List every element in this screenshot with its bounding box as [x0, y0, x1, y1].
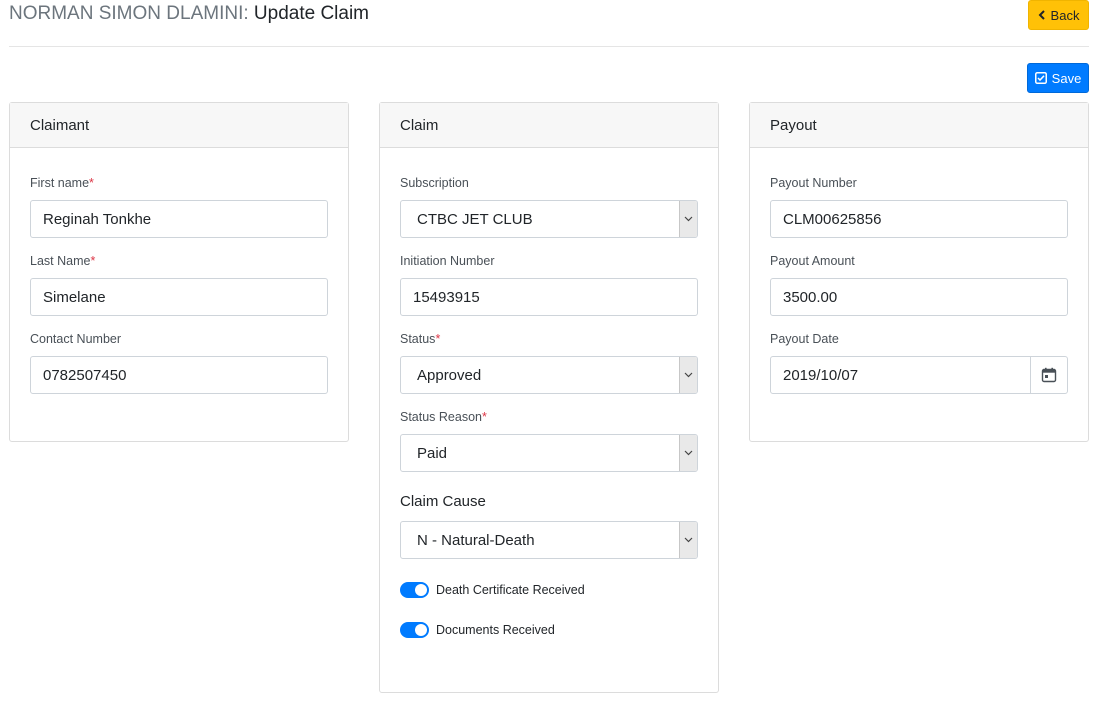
chevron-down-icon: [679, 435, 697, 471]
death-certificate-toggle[interactable]: [400, 582, 429, 598]
payout-date-input[interactable]: 2019/10/07: [770, 356, 1068, 394]
subscription-value: CTBC JET CLUB: [417, 210, 533, 228]
chevron-down-icon: [679, 522, 697, 558]
payout-card: Payout Payout Number CLM00625856 Payout …: [749, 102, 1089, 442]
last-name-label: Last Name*: [30, 254, 96, 268]
claimant-card: Claimant First name* Reginah Tonkhe Last…: [9, 102, 349, 442]
claim-card: Claim Subscription CTBC JET CLUB Initiat…: [379, 102, 719, 693]
initiation-number-label: Initiation Number: [400, 254, 495, 268]
first-name-input[interactable]: Reginah Tonkhe: [30, 200, 328, 238]
subscription-select[interactable]: CTBC JET CLUB: [400, 200, 698, 238]
status-reason-select[interactable]: Paid: [400, 434, 698, 472]
claim-cause-value: N - Natural-Death: [417, 531, 535, 549]
status-label: Status*: [400, 332, 441, 346]
claim-cause-label: Claim Cause: [400, 493, 486, 510]
payout-number-input[interactable]: CLM00625856: [770, 200, 1068, 238]
contact-number-input[interactable]: 0782507450: [30, 356, 328, 394]
checkbox-icon: [1034, 72, 1047, 84]
save-button[interactable]: Save: [1027, 63, 1089, 93]
back-button[interactable]: Back: [1028, 0, 1089, 30]
documents-received-toggle-row: Documents Received: [400, 619, 698, 641]
save-button-label: Save: [1051, 70, 1082, 86]
chevron-down-icon: [679, 201, 697, 237]
page-header: NORMAN SIMON DLAMINI: Update Claim: [9, 0, 1089, 47]
death-certificate-label: Death Certificate Received: [436, 583, 585, 597]
status-reason-value: Paid: [417, 444, 448, 462]
payout-card-header: Payout: [750, 103, 1088, 148]
initiation-number-input[interactable]: 15493915: [400, 278, 698, 316]
calendar-icon[interactable]: [1030, 357, 1067, 393]
page-action-title: Update Claim: [253, 3, 370, 24]
contact-number-label: Contact Number: [30, 332, 122, 346]
payout-date-value: 2019/10/07: [783, 366, 859, 384]
first-name-label: First name*: [30, 176, 94, 190]
claim-cause-select[interactable]: N - Natural-Death: [400, 521, 698, 559]
payout-amount-label: Payout Amount: [770, 254, 855, 268]
death-certificate-toggle-row: Death Certificate Received: [400, 579, 698, 601]
documents-received-label: Documents Received: [436, 623, 555, 637]
chevron-down-icon: [679, 357, 697, 393]
last-name-input[interactable]: Simelane: [30, 278, 328, 316]
page-title: NORMAN SIMON DLAMINI: Update Claim: [9, 2, 369, 26]
chevron-left-icon: [1038, 10, 1046, 20]
documents-received-toggle[interactable]: [400, 622, 429, 638]
status-reason-label: Status Reason*: [400, 410, 487, 424]
payout-amount-input[interactable]: 3500.00: [770, 278, 1068, 316]
payout-date-label: Payout Date: [770, 332, 839, 346]
claimant-card-header: Claimant: [10, 103, 348, 148]
claim-card-header: Claim: [380, 103, 718, 148]
payout-number-label: Payout Number: [770, 176, 857, 190]
status-select[interactable]: Approved: [400, 356, 698, 394]
subscription-label: Subscription: [400, 176, 469, 190]
claimant-full-name: NORMAN SIMON DLAMINI:: [9, 3, 249, 24]
back-button-label: Back: [1050, 7, 1080, 23]
status-value: Approved: [417, 366, 482, 384]
